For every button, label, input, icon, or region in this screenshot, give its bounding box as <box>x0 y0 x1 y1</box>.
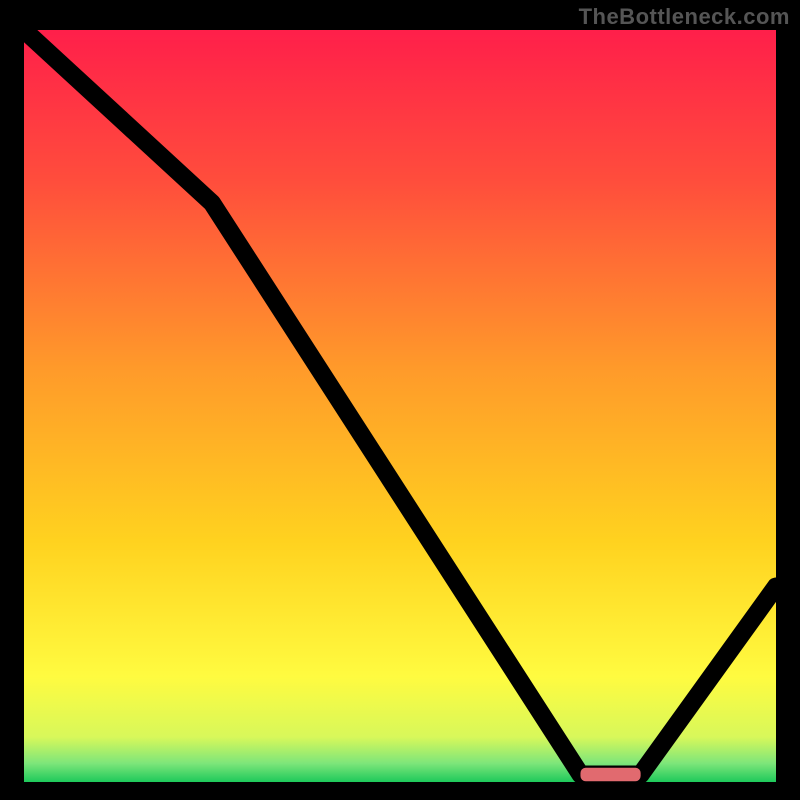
plot-svg <box>24 30 776 782</box>
optimal-marker <box>580 768 640 782</box>
watermark-text: TheBottleneck.com <box>579 4 790 30</box>
plot-area <box>22 28 778 784</box>
chart-frame: TheBottleneck.com <box>0 0 800 800</box>
